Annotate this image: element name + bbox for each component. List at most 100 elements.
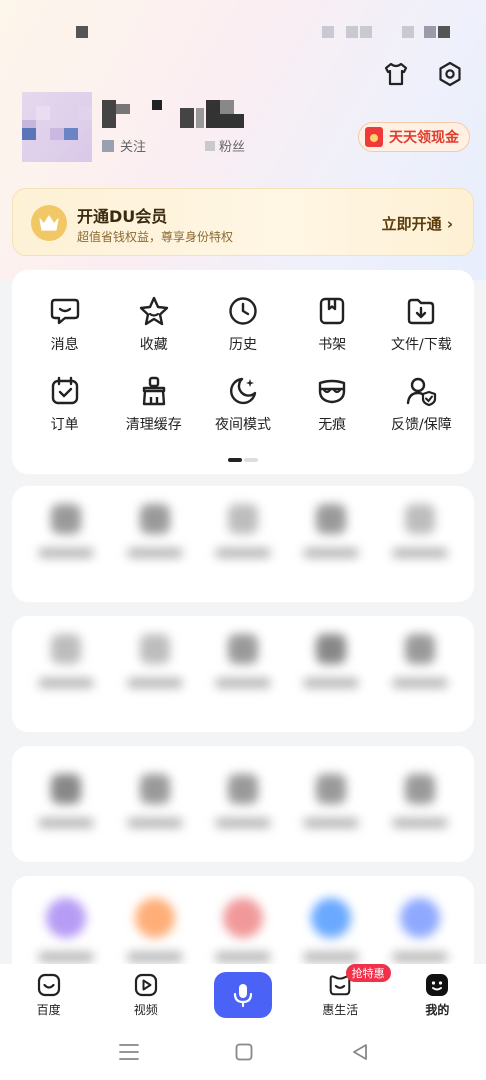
tool-label: 文件/下载 — [391, 337, 452, 353]
nav-label: 百度 — [36, 1003, 61, 1017]
avatar-pixel — [78, 106, 92, 120]
tool-label: 收藏 — [139, 337, 168, 353]
vip-title: 开通DU会员 — [77, 207, 168, 226]
page-indicator — [228, 458, 258, 462]
vip-banner[interactable]: 开通DU会员 超值省钱权益，尊享身份特权 立即开通 › — [12, 188, 474, 256]
blurred-item[interactable] — [22, 774, 110, 828]
status-pixel — [360, 26, 372, 38]
tool-downloads[interactable]: 文件/下载 — [377, 294, 466, 354]
broom-icon — [137, 374, 171, 408]
avatar-pixel — [64, 128, 78, 140]
page-dot-active — [228, 458, 242, 462]
red-envelope-icon — [365, 127, 383, 147]
blurred-services-card — [12, 616, 474, 732]
tool-label: 清理缓存 — [125, 417, 182, 433]
fans-label: 粉丝 — [219, 140, 246, 155]
video-icon — [133, 972, 159, 998]
blurred-item[interactable] — [199, 774, 287, 828]
tool-message[interactable]: 消息 — [20, 294, 109, 354]
follow-label: 关注 — [120, 140, 147, 155]
system-nav-bar — [0, 1026, 486, 1080]
blurred-item[interactable] — [376, 504, 464, 558]
blurred-item[interactable] — [287, 898, 375, 962]
blurred-item[interactable] — [376, 634, 464, 688]
bookshelf-icon — [315, 294, 349, 328]
status-pixel — [76, 26, 88, 38]
blurred-row — [22, 774, 464, 828]
bottom-nav: 百度 视频 惠生活 抢特惠 我的 — [0, 964, 486, 1026]
fans-count-value — [205, 141, 215, 151]
back-triangle-icon[interactable] — [350, 1042, 370, 1066]
order-icon — [48, 374, 82, 408]
mask-icon — [315, 374, 349, 408]
blurred-services-card — [12, 876, 474, 976]
vip-open-button[interactable]: 立即开通 › — [382, 213, 453, 234]
follow-count[interactable]: 关注 — [102, 136, 146, 155]
username-pixel — [180, 108, 194, 128]
tools-grid: 消息 收藏 历史 书架 文件/下载 订单 清理缓存 夜间模式 无痕 反馈/保障 — [20, 294, 466, 434]
voice-search-button[interactable] — [213, 972, 272, 1018]
blurred-item[interactable] — [287, 634, 375, 688]
feedback-shield-icon — [404, 374, 438, 408]
blurred-item[interactable] — [199, 898, 287, 962]
blurred-item[interactable] — [287, 774, 375, 828]
tool-label: 无痕 — [318, 417, 347, 433]
tool-label: 书架 — [318, 337, 347, 353]
blurred-services-card — [12, 486, 474, 602]
tool-history[interactable]: 历史 — [198, 294, 287, 354]
tool-label: 消息 — [50, 337, 79, 353]
blurred-item[interactable] — [22, 634, 110, 688]
nav-voice[interactable] — [194, 972, 291, 1018]
nav-label: 视频 — [133, 1003, 158, 1017]
nav-baidu[interactable]: 百度 — [0, 972, 97, 1018]
settings-icon[interactable] — [436, 60, 464, 88]
vip-subtitle: 超值省钱权益，尊享身份特权 — [77, 230, 234, 244]
status-pixel — [438, 26, 450, 38]
username-pixel — [116, 104, 130, 114]
blurred-row — [22, 898, 464, 962]
nav-video[interactable]: 视频 — [97, 972, 194, 1018]
follow-count-value — [102, 139, 114, 152]
tool-bookshelf[interactable]: 书架 — [288, 294, 377, 354]
tool-orders[interactable]: 订单 — [20, 374, 109, 434]
fans-count[interactable]: 粉丝 — [205, 136, 245, 155]
tool-night-mode[interactable]: 夜间模式 — [198, 374, 287, 434]
microphone-icon — [233, 984, 253, 1008]
menu-icon[interactable] — [118, 1042, 140, 1066]
blurred-item[interactable] — [287, 504, 375, 558]
blurred-item[interactable] — [110, 898, 198, 962]
avatar-pixel — [22, 128, 36, 140]
blurred-item[interactable] — [110, 504, 198, 558]
blurred-item[interactable] — [110, 634, 198, 688]
tool-favorites[interactable]: 收藏 — [109, 294, 198, 354]
username[interactable] — [102, 100, 252, 130]
nav-profile[interactable]: 我的 — [389, 972, 486, 1018]
nav-life[interactable]: 惠生活 抢特惠 — [292, 964, 391, 1018]
tool-label: 订单 — [50, 417, 79, 433]
status-pixel — [346, 26, 358, 38]
tool-label: 夜间模式 — [214, 417, 271, 433]
skin-shirt-icon[interactable] — [382, 60, 410, 88]
daily-cash-label: 天天领现金 — [389, 130, 459, 146]
home-square-icon[interactable] — [234, 1042, 254, 1066]
blurred-item[interactable] — [22, 898, 110, 962]
blurred-item[interactable] — [22, 504, 110, 558]
blurred-row — [22, 634, 464, 688]
blurred-item[interactable] — [199, 634, 287, 688]
username-pixel — [220, 114, 244, 128]
blurred-services-card — [12, 746, 474, 862]
avatar[interactable] — [22, 92, 92, 162]
tool-label: 历史 — [228, 337, 257, 353]
moon-icon — [226, 374, 260, 408]
status-pixel — [424, 26, 436, 38]
top-actions — [382, 60, 464, 88]
blurred-item[interactable] — [110, 774, 198, 828]
username-pixel — [196, 108, 204, 128]
blurred-item[interactable] — [376, 898, 464, 962]
blurred-item[interactable] — [376, 774, 464, 828]
tool-incognito[interactable]: 无痕 — [288, 374, 377, 434]
daily-cash-button[interactable]: 天天领现金 — [358, 122, 470, 152]
tool-clear-cache[interactable]: 清理缓存 — [109, 374, 198, 434]
tool-feedback[interactable]: 反馈/保障 — [377, 374, 466, 434]
blurred-item[interactable] — [199, 504, 287, 558]
